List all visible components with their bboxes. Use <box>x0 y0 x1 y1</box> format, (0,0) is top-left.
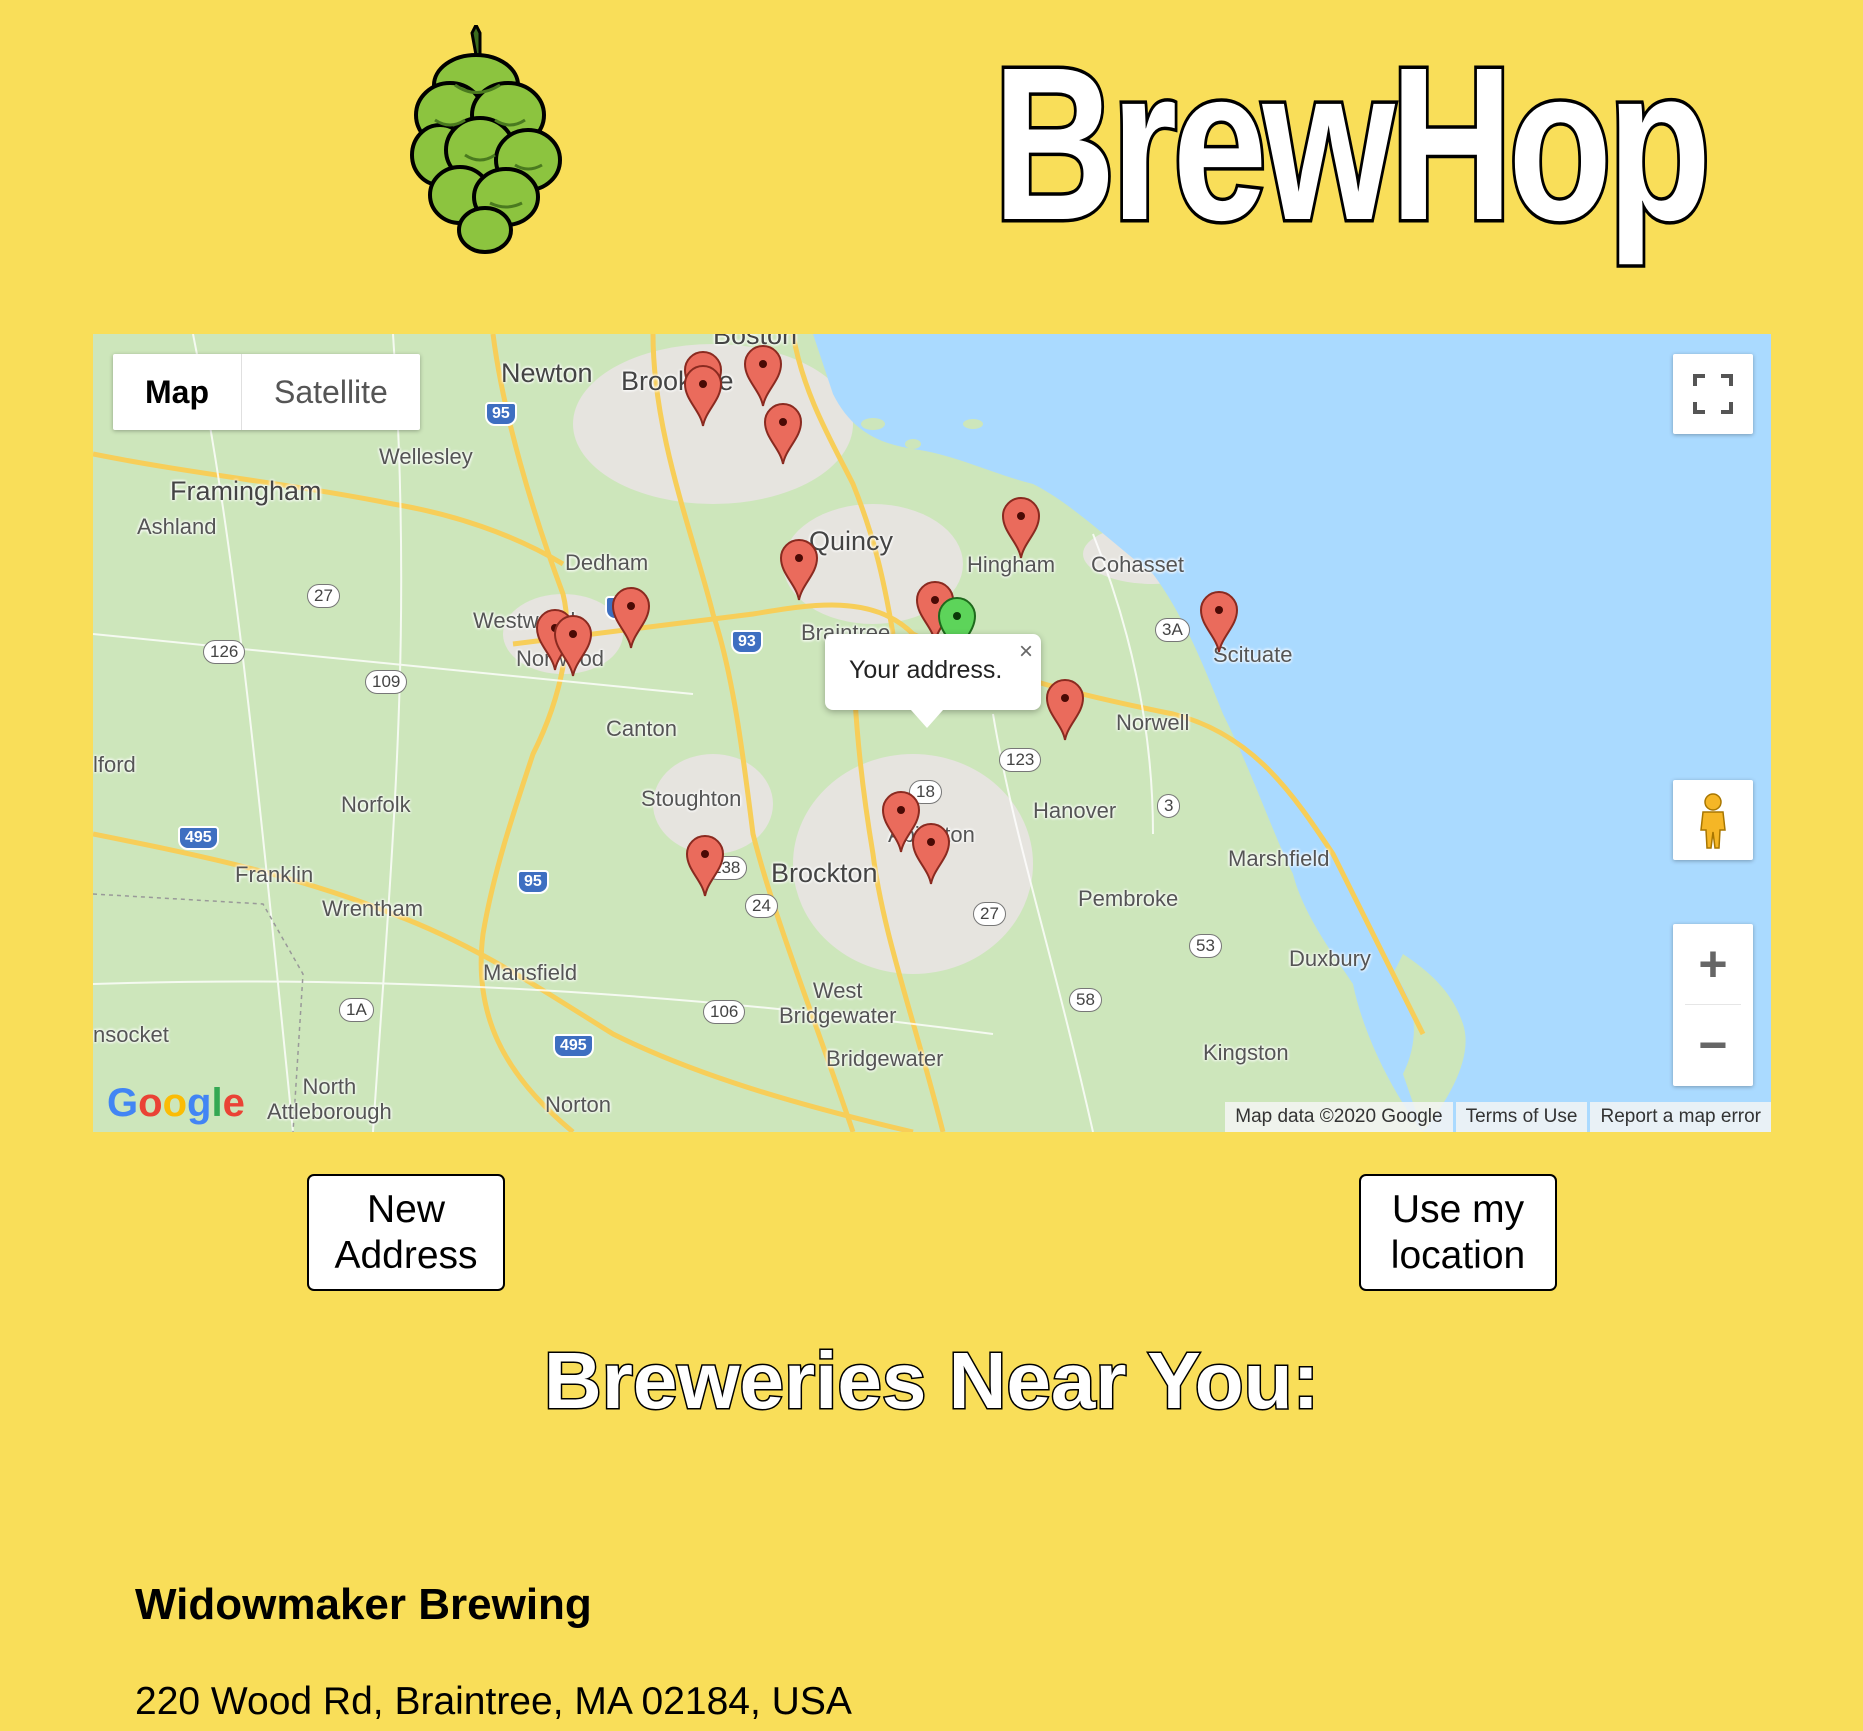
place-label-bridgewater: Bridgewater <box>826 1046 944 1071</box>
brewery-pin[interactable] <box>911 822 951 886</box>
place-label-hanover: Hanover <box>1033 798 1117 823</box>
place-label-wrentham: Wrentham <box>322 896 424 921</box>
place-label-norton: Norton <box>545 1092 612 1117</box>
fullscreen-icon <box>1693 374 1733 414</box>
brewhop-logo: BrewHop <box>410 21 1714 268</box>
brewery-pin[interactable] <box>763 402 803 466</box>
brewery-pin[interactable] <box>1001 496 1041 560</box>
zoom-out-button[interactable]: − <box>1673 1005 1753 1085</box>
route-marker-1a: 1A <box>339 998 374 1022</box>
place-label-west-bridgewater: West Bridgewater <box>779 978 897 1028</box>
infowindow-text: Your address. <box>849 656 1003 684</box>
place-label-mansfield: Mansfield <box>483 960 578 985</box>
map-data-text: Map data ©2020 Google <box>1225 1102 1453 1132</box>
place-label-north-attleborough: North Attleborough <box>267 1074 392 1124</box>
place-label-canton: Canton <box>606 716 677 741</box>
route-shield-i495: 495 <box>178 826 219 850</box>
zoom-control: + − <box>1673 924 1753 1086</box>
map-type-control: Map Satellite <box>113 354 420 430</box>
route-shield-i95: 95 <box>517 870 549 894</box>
place-label-marshfield: Marshfield <box>1228 846 1330 871</box>
brewery-pin[interactable] <box>743 344 783 408</box>
place-label-milford: lford <box>93 752 136 777</box>
use-my-location-button[interactable]: Use my location <box>1359 1174 1557 1291</box>
route-shield-i93: 93 <box>731 630 763 654</box>
place-label-pembroke: Pembroke <box>1078 886 1179 911</box>
map-attribution: Map data ©2020 Google Terms of Use Repor… <box>1222 1102 1771 1132</box>
route-marker-126: 126 <box>203 640 246 664</box>
new-address-button[interactable]: New Address <box>307 1174 505 1291</box>
map-type-map-button[interactable]: Map <box>113 354 241 430</box>
place-label-ashland: Ashland <box>137 514 217 539</box>
brewery-pin[interactable] <box>553 614 593 678</box>
place-label-newton: Newton <box>501 358 593 388</box>
place-label-brockton: Brockton <box>771 858 878 888</box>
pegman-icon <box>1700 793 1726 849</box>
brewery-address: 220 Wood Rd, Braintree, MA 02184, USA <box>135 1680 852 1723</box>
brewery-pin[interactable] <box>685 834 725 898</box>
address-infowindow: Your address. × <box>825 634 1041 728</box>
place-label-framingham: Framingham <box>170 476 322 506</box>
route-marker-123: 123 <box>999 748 1042 772</box>
fullscreen-button[interactable] <box>1673 354 1753 434</box>
app-name: BrewHop <box>990 21 1714 268</box>
route-marker-58: 58 <box>1069 988 1102 1012</box>
route-marker-106: 106 <box>703 1000 746 1024</box>
place-label-kingston: Kingston <box>1203 1040 1289 1065</box>
google-logo: Google <box>107 1081 245 1125</box>
hop-cone-icon <box>410 25 562 254</box>
terms-of-use-link[interactable]: Terms of Use <box>1455 1102 1588 1132</box>
brewery-pin[interactable] <box>1199 590 1239 654</box>
place-label-franklin: Franklin <box>235 862 314 887</box>
place-label-cohasset: Cohasset <box>1091 552 1184 577</box>
close-icon[interactable]: × <box>1019 638 1033 666</box>
route-marker-27: 27 <box>307 584 340 608</box>
brewery-name: Widowmaker Brewing <box>135 1580 592 1629</box>
place-label-woonsocket: nsocket <box>93 1022 169 1047</box>
place-label-norfolk: Norfolk <box>341 792 411 817</box>
place-label-dedham: Dedham <box>565 550 649 575</box>
map[interactable]: Boston Newton Brookline Wellesley Framin… <box>93 334 1771 1132</box>
report-map-error-link[interactable]: Report a map error <box>1590 1102 1771 1132</box>
route-marker-53: 53 <box>1189 934 1222 958</box>
zoom-in-button[interactable]: + <box>1673 924 1753 1004</box>
street-view-button[interactable] <box>1673 780 1753 860</box>
brewery-pin[interactable] <box>779 538 819 602</box>
route-marker-27: 27 <box>973 902 1006 926</box>
brewery-pin[interactable] <box>611 586 651 650</box>
place-label-stoughton: Stoughton <box>641 786 742 811</box>
route-marker-24: 24 <box>745 894 778 918</box>
brewery-pin[interactable] <box>683 364 723 428</box>
place-label-wellesley: Wellesley <box>379 444 473 469</box>
route-marker-109: 109 <box>365 670 408 694</box>
map-type-satellite-button[interactable]: Satellite <box>241 354 420 430</box>
breweries-heading: Breweries Near You: <box>542 1335 1320 1427</box>
brewery-pin[interactable] <box>1045 678 1085 742</box>
route-shield-i495: 495 <box>553 1034 594 1058</box>
route-marker-3a: 3A <box>1155 618 1190 642</box>
place-label-norwell: Norwell <box>1116 710 1190 735</box>
place-label-duxbury: Duxbury <box>1289 946 1371 971</box>
route-shield-i95: 95 <box>485 402 517 426</box>
place-label-quincy: Quincy <box>809 526 894 556</box>
